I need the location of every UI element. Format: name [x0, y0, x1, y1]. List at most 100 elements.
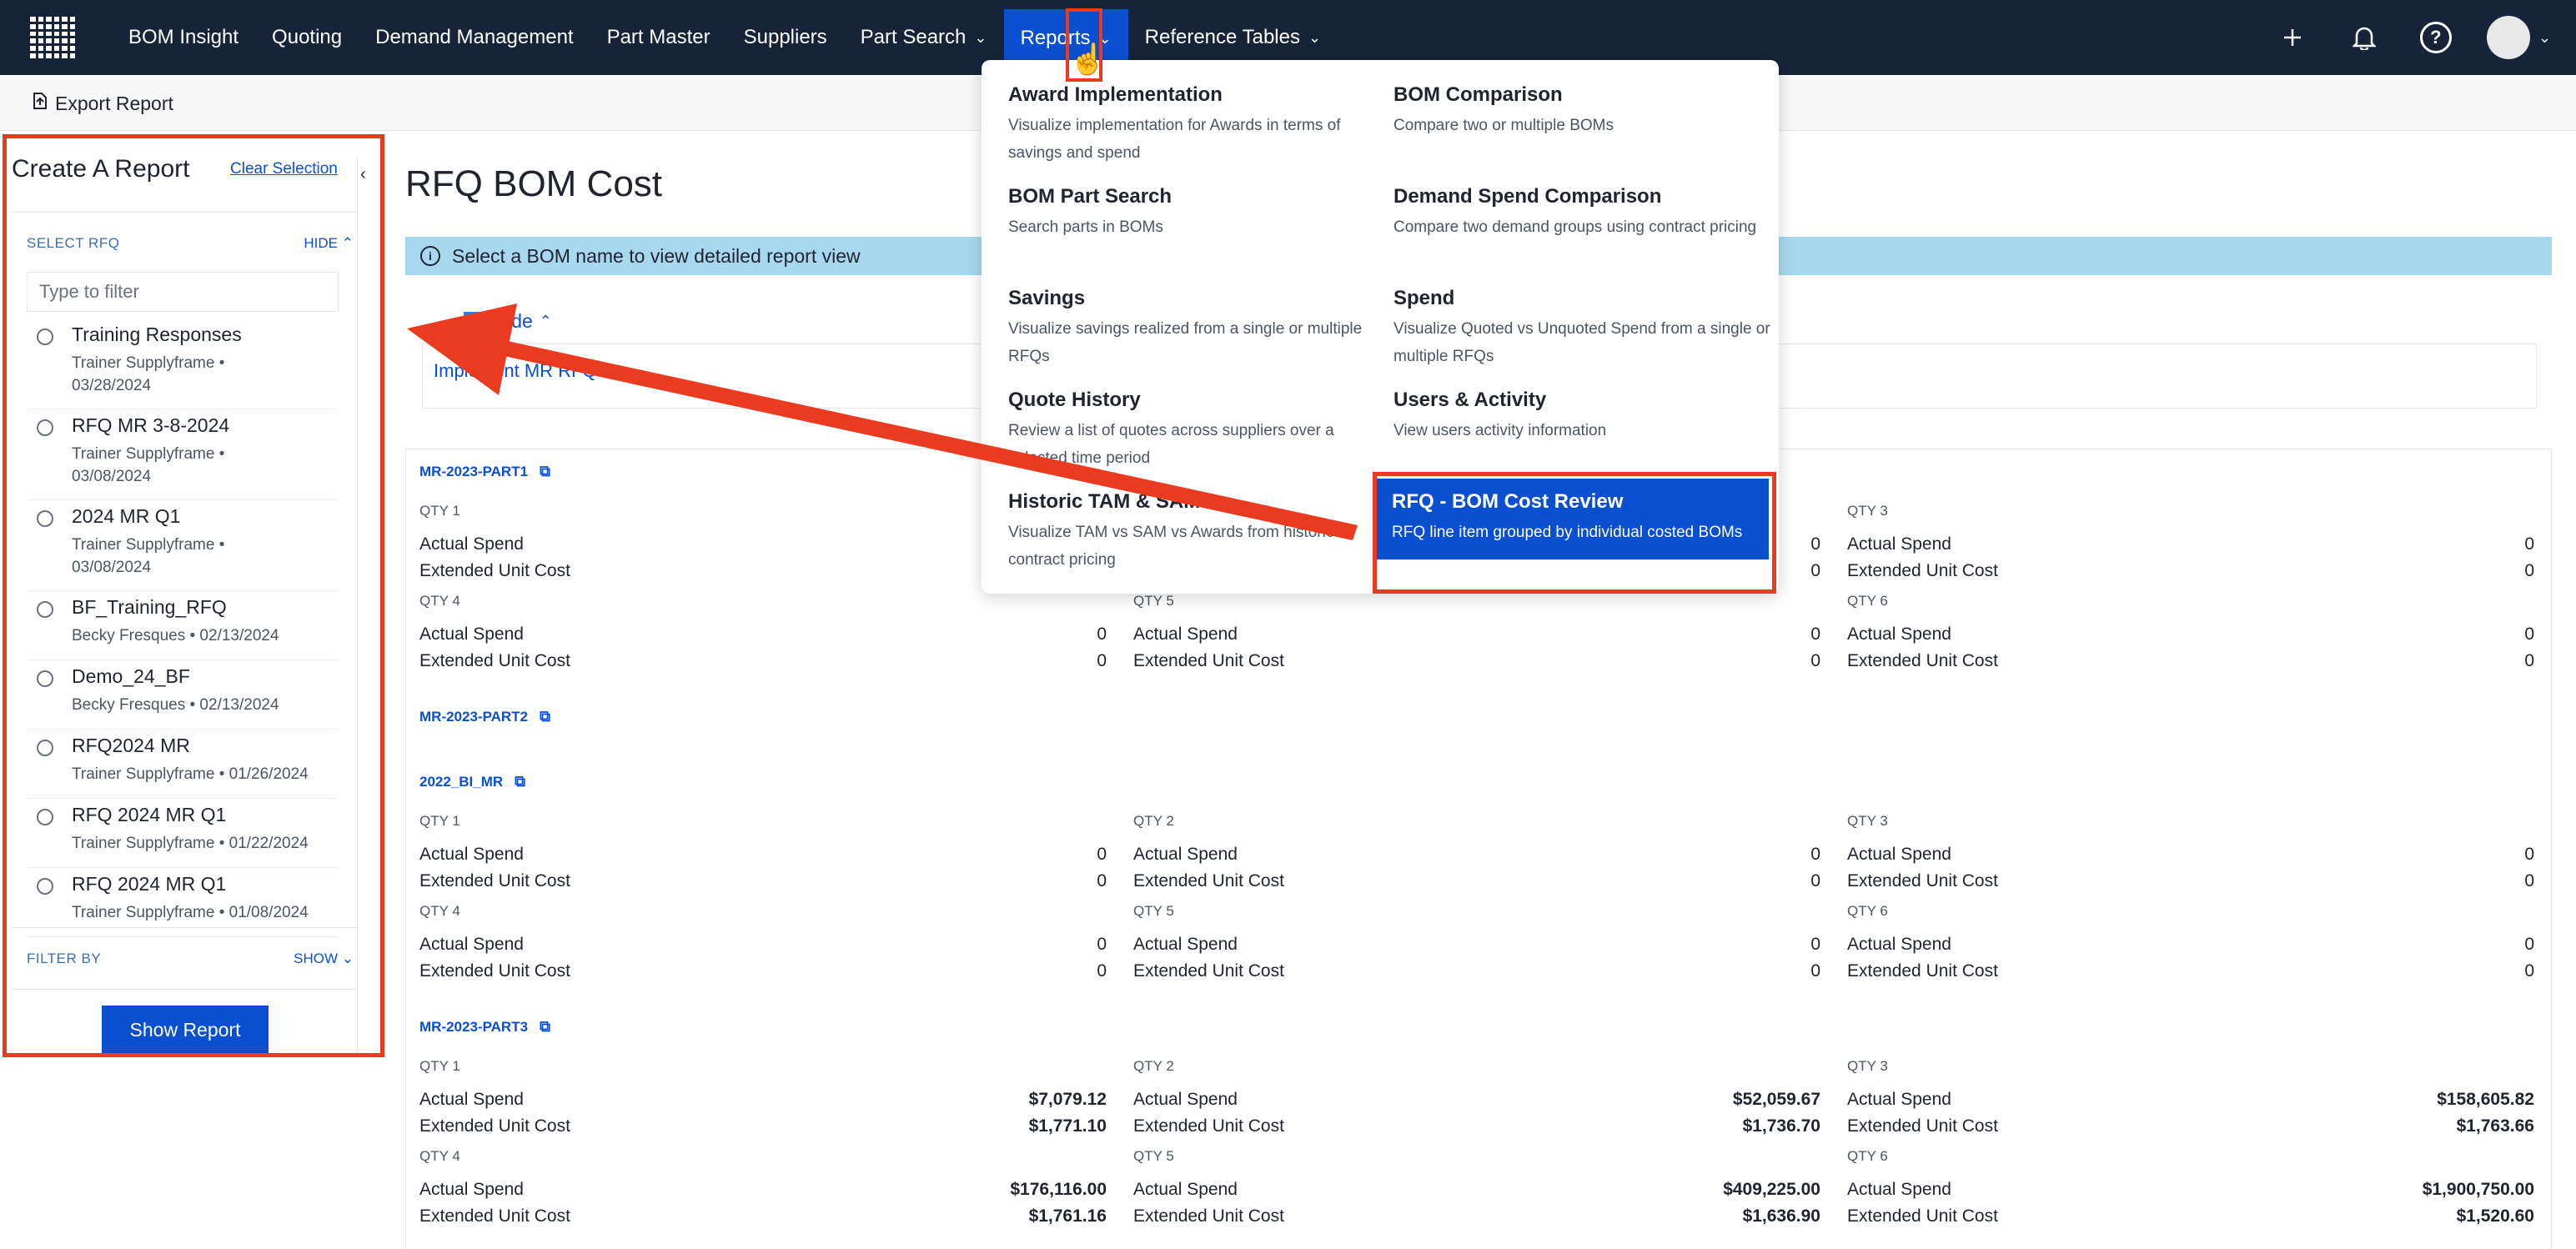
menu-item-title: BOM Part Search: [1008, 185, 1173, 208]
external-link-icon[interactable]: ⧉: [540, 463, 550, 480]
metric-value: 0: [1810, 935, 1820, 954]
metric-label: Actual Spend: [419, 1180, 524, 1199]
part-name: MR-2023-PART3: [419, 1018, 529, 1035]
logo-cell: [38, 53, 43, 58]
extended-unit-cost-row: Extended Unit Cost 0: [1847, 871, 2534, 896]
qty-label: QTY 1: [419, 813, 460, 829]
metric-value: $409,225.00: [1723, 1180, 1820, 1199]
logo-cell: [30, 46, 36, 52]
nav-item-reports[interactable]: Reports ⌄: [1003, 9, 1128, 68]
qty-label: QTY 4: [419, 593, 460, 609]
actual-spend-row: Actual Spend $176,116.00: [419, 1180, 1107, 1205]
menu-item-title: Historic TAM & SAM: [1008, 490, 1201, 513]
metric-label: Extended Unit Cost: [1847, 871, 1998, 890]
export-report-button[interactable]: Export Report: [32, 92, 173, 115]
extended-unit-cost-row: Extended Unit Cost 0: [1133, 651, 1820, 676]
qty-label: QTY 5: [1133, 903, 1174, 919]
nav-item-suppliers[interactable]: Suppliers: [727, 0, 844, 75]
app-logo-icon[interactable]: [30, 17, 75, 58]
chevron-down-icon: ⌄: [1308, 28, 1322, 46]
metric-value: 0: [2524, 935, 2534, 954]
logo-cell: [53, 17, 59, 22]
nav-item-part-search[interactable]: Part Search ⌄: [844, 0, 1004, 75]
logo-cell: [62, 23, 68, 29]
bom-link[interactable]: Implement MR RFQ: [434, 360, 597, 382]
actual-spend-row: Actual Spend 0: [1847, 845, 2534, 870]
menu-item-description: Review a list of quotes across suppliers…: [1008, 422, 1334, 467]
metric-label: Actual Spend: [1847, 1180, 1951, 1199]
menu-item-title: Award Implementation: [1008, 83, 1223, 106]
menu-item-description: Visualize savings realized from a single…: [1008, 320, 1363, 365]
external-link-icon[interactable]: ⧉: [515, 773, 525, 790]
actual-spend-row: Actual Spend $409,225.00: [1133, 1180, 1820, 1205]
nav-item-label: Reference Tables: [1144, 26, 1300, 48]
menu-item-award-implementation[interactable]: Award Implementation Visualize implementa…: [1008, 83, 1388, 167]
nav-item-bom-insight[interactable]: BOM Insight: [112, 0, 255, 75]
part-name: MR-2023-PART1: [419, 463, 529, 479]
bom-count-toggle[interactable]: 1 Hide ⌃: [464, 310, 552, 333]
chevron-down-icon[interactable]: ⌄: [2538, 29, 2551, 47]
menu-item-rfq-bom-cost-review[interactable]: RFQ - BOM Cost Review RFQ line item group…: [1377, 479, 1769, 559]
logo-cell: [46, 23, 52, 29]
part-link[interactable]: MR-2023-PART2 ⧉: [419, 708, 550, 725]
logo-cell: [53, 23, 59, 29]
help-button[interactable]: ?: [2415, 17, 2457, 58]
nav-right-actions: ? ⌄: [2242, 0, 2551, 75]
metric-label: Actual Spend: [1133, 1180, 1238, 1199]
plus-icon[interactable]: [2272, 17, 2313, 58]
logo-cell: [38, 38, 43, 44]
extended-unit-cost-row: Extended Unit Cost 0: [1847, 961, 2534, 986]
part-name: MR-2023-PART2: [419, 708, 529, 725]
metric-value: 0: [1097, 935, 1107, 954]
qty-label: QTY 2: [1133, 813, 1174, 829]
metric-label: Extended Unit Cost: [419, 961, 570, 981]
qty-label: QTY 3: [1847, 1058, 1888, 1074]
menu-item-description: Visualize implementation for Awards in t…: [1008, 117, 1341, 162]
menu-item-spend[interactable]: Spend Visualize Quoted vs Unquoted Spend …: [1393, 287, 1774, 370]
menu-item-historic-tam-sam[interactable]: Historic TAM & SAM Visualize TAM vs SAM v…: [1008, 490, 1388, 574]
metric-value: 0: [2524, 534, 2534, 554]
actual-spend-row: Actual Spend $1,900,750.00: [1847, 1180, 2534, 1205]
logo-cell: [62, 53, 68, 58]
nav-item-part-master[interactable]: Part Master: [590, 0, 727, 75]
avatar[interactable]: [2486, 16, 2530, 59]
metric-value: $1,736.70: [1742, 1116, 1820, 1136]
metric-label: Extended Unit Cost: [419, 871, 570, 890]
menu-item-description: View users activity information: [1393, 422, 1607, 439]
extended-unit-cost-row: Extended Unit Cost 0: [419, 651, 1107, 676]
logo-cell: [30, 17, 36, 22]
metric-label: Extended Unit Cost: [1847, 1206, 1998, 1226]
actual-spend-row: Actual Spend 0: [419, 624, 1107, 650]
nav-item-demand-management[interactable]: Demand Management: [359, 0, 590, 75]
metric-label: Extended Unit Cost: [1133, 651, 1284, 670]
part-link[interactable]: 2022_BI_MR ⧉: [419, 773, 525, 790]
metric-value: $158,605.82: [2437, 1090, 2534, 1109]
extended-unit-cost-row: Extended Unit Cost 0: [1847, 561, 2534, 586]
nav-item-quoting[interactable]: Quoting: [255, 0, 359, 75]
metric-value: 0: [1097, 961, 1107, 981]
create-report-sidebar: Create A Report Clear Selection SELECT R…: [0, 132, 389, 1057]
extended-unit-cost-row: Extended Unit Cost $1,763.66: [1847, 1116, 2534, 1141]
menu-item-demand-spend-comparison[interactable]: Demand Spend Comparison Compare two deman…: [1393, 185, 1774, 241]
metric-label: Extended Unit Cost: [1847, 1116, 1998, 1136]
metric-value: 0: [1810, 871, 1820, 890]
external-link-icon[interactable]: ⧉: [540, 1018, 550, 1036]
menu-item-quote-history[interactable]: Quote History Review a list of quotes acr…: [1008, 389, 1388, 472]
metric-value: $176,116.00: [1010, 1180, 1107, 1199]
metric-label: Actual Spend: [1133, 935, 1238, 954]
nav-item-label: Quoting: [272, 26, 343, 48]
actual-spend-row: Actual Spend 0: [419, 935, 1107, 960]
part-link[interactable]: MR-2023-PART1 ⧉: [419, 463, 550, 480]
bell-icon[interactable]: [2343, 17, 2385, 58]
logo-cell: [30, 23, 36, 29]
menu-item-users-activity[interactable]: Users & Activity View users activity info…: [1393, 389, 1774, 444]
menu-item-description: Search parts in BOMs: [1008, 218, 1163, 236]
metric-label: Actual Spend: [1133, 1090, 1238, 1109]
menu-item-description: Compare two demand groups using contract…: [1393, 218, 1757, 236]
menu-item-savings[interactable]: Savings Visualize savings realized from a…: [1008, 287, 1388, 370]
menu-item-bom-part-search[interactable]: BOM Part Search Search parts in BOMs: [1008, 185, 1388, 241]
menu-item-title: RFQ - BOM Cost Review: [1392, 490, 1624, 513]
external-link-icon[interactable]: ⧉: [540, 708, 550, 725]
part-link[interactable]: MR-2023-PART3 ⧉: [419, 1018, 550, 1036]
menu-item-bom-comparison[interactable]: BOM Comparison Compare two or multiple BO…: [1393, 83, 1774, 139]
